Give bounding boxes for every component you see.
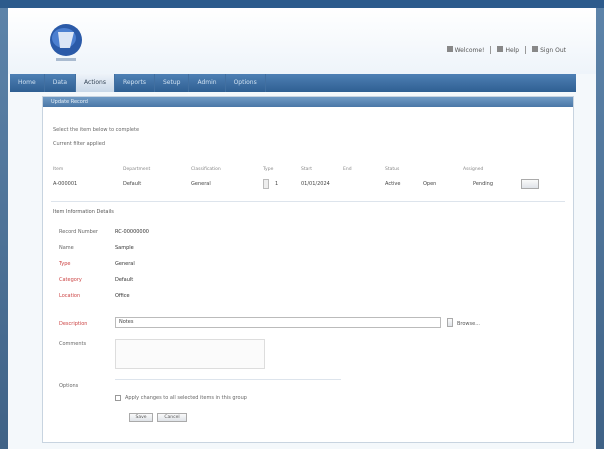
row-value: Active: [385, 181, 401, 187]
field-value: Office: [115, 293, 130, 299]
field-value: Sample: [115, 245, 134, 251]
separator: [525, 46, 527, 54]
help-link[interactable]: Help: [497, 46, 519, 54]
separator: [490, 46, 492, 54]
col-header: Status: [385, 167, 400, 172]
col-header: Item: [53, 167, 64, 172]
tab-reports[interactable]: Reports: [115, 74, 155, 92]
content-panel: Update Record Select the item below to c…: [42, 96, 574, 443]
row-value: Open: [423, 181, 437, 187]
main-nav: Home Data Actions Reports Setup Admin Op…: [10, 74, 576, 92]
options-label: Options: [59, 383, 79, 389]
checkbox-label: Apply changes to all selected items in t…: [125, 395, 247, 401]
field-value: Default: [115, 277, 134, 283]
section-heading: Item Information Details: [53, 209, 114, 215]
field-row: Category Default: [59, 277, 559, 289]
col-header: Classification: [191, 167, 221, 172]
help-icon: [497, 46, 504, 52]
description-label: Description: [59, 321, 88, 327]
col-header: End: [343, 167, 352, 172]
top-strip: [0, 0, 604, 8]
row-value: A-000001: [53, 181, 78, 187]
tab-admin[interactable]: Admin: [189, 74, 226, 92]
lookup-icon[interactable]: [447, 318, 453, 327]
row-value: General: [191, 181, 211, 187]
field-value: RC-00000000: [115, 229, 149, 235]
intro-text: Select the item below to complete: [53, 127, 140, 133]
row-value: 1: [275, 181, 279, 187]
panel-title: Update Record: [43, 97, 573, 107]
tab-options[interactable]: Options: [226, 74, 266, 92]
row-value: Default: [123, 181, 142, 187]
filter-text: Current filter applied: [53, 141, 106, 147]
tab-actions[interactable]: Actions: [76, 74, 115, 92]
field-label: Location: [59, 293, 81, 299]
field-value: General: [115, 261, 135, 267]
row-value: 01/01/2024: [301, 181, 330, 187]
cancel-button[interactable]: Cancel: [157, 413, 187, 422]
comments-label: Comments: [59, 341, 87, 347]
user-icon: [446, 46, 453, 52]
section-divider: [51, 201, 565, 202]
header-links: Welcome! Help Sign Out: [446, 46, 566, 54]
description-input[interactable]: Notes: [115, 317, 441, 328]
col-header: Department: [123, 167, 151, 172]
field-row: Type General: [59, 261, 559, 273]
welcome-link[interactable]: Welcome!: [446, 46, 484, 54]
header: Welcome! Help Sign Out: [8, 8, 596, 74]
col-header: Start: [301, 167, 312, 172]
field-label: Type: [59, 261, 71, 267]
browse-link[interactable]: Browse...: [457, 321, 480, 327]
tab-data[interactable]: Data: [45, 74, 77, 92]
field-row: Name Sample: [59, 245, 559, 257]
field-row: Location Office: [59, 293, 559, 305]
col-header: Type: [263, 167, 274, 172]
save-button[interactable]: Save: [129, 413, 153, 422]
company-logo: [50, 24, 82, 61]
tab-setup[interactable]: Setup: [155, 74, 190, 92]
row-action-button[interactable]: [521, 179, 539, 189]
field-label: Record Number: [59, 229, 98, 235]
signout-icon: [532, 46, 539, 52]
tab-home[interactable]: Home: [10, 74, 45, 92]
row-value: Pending: [473, 181, 493, 187]
apply-all-checkbox[interactable]: [115, 395, 121, 401]
field-label: Name: [59, 245, 74, 251]
field-label: Category: [59, 277, 82, 283]
col-header: Assigned: [463, 167, 484, 172]
row-indicator-icon: [263, 179, 269, 189]
options-divider: [115, 379, 341, 380]
signout-link[interactable]: Sign Out: [532, 46, 566, 54]
field-row: Record Number RC-00000000: [59, 229, 559, 241]
comments-textarea[interactable]: [115, 339, 265, 369]
